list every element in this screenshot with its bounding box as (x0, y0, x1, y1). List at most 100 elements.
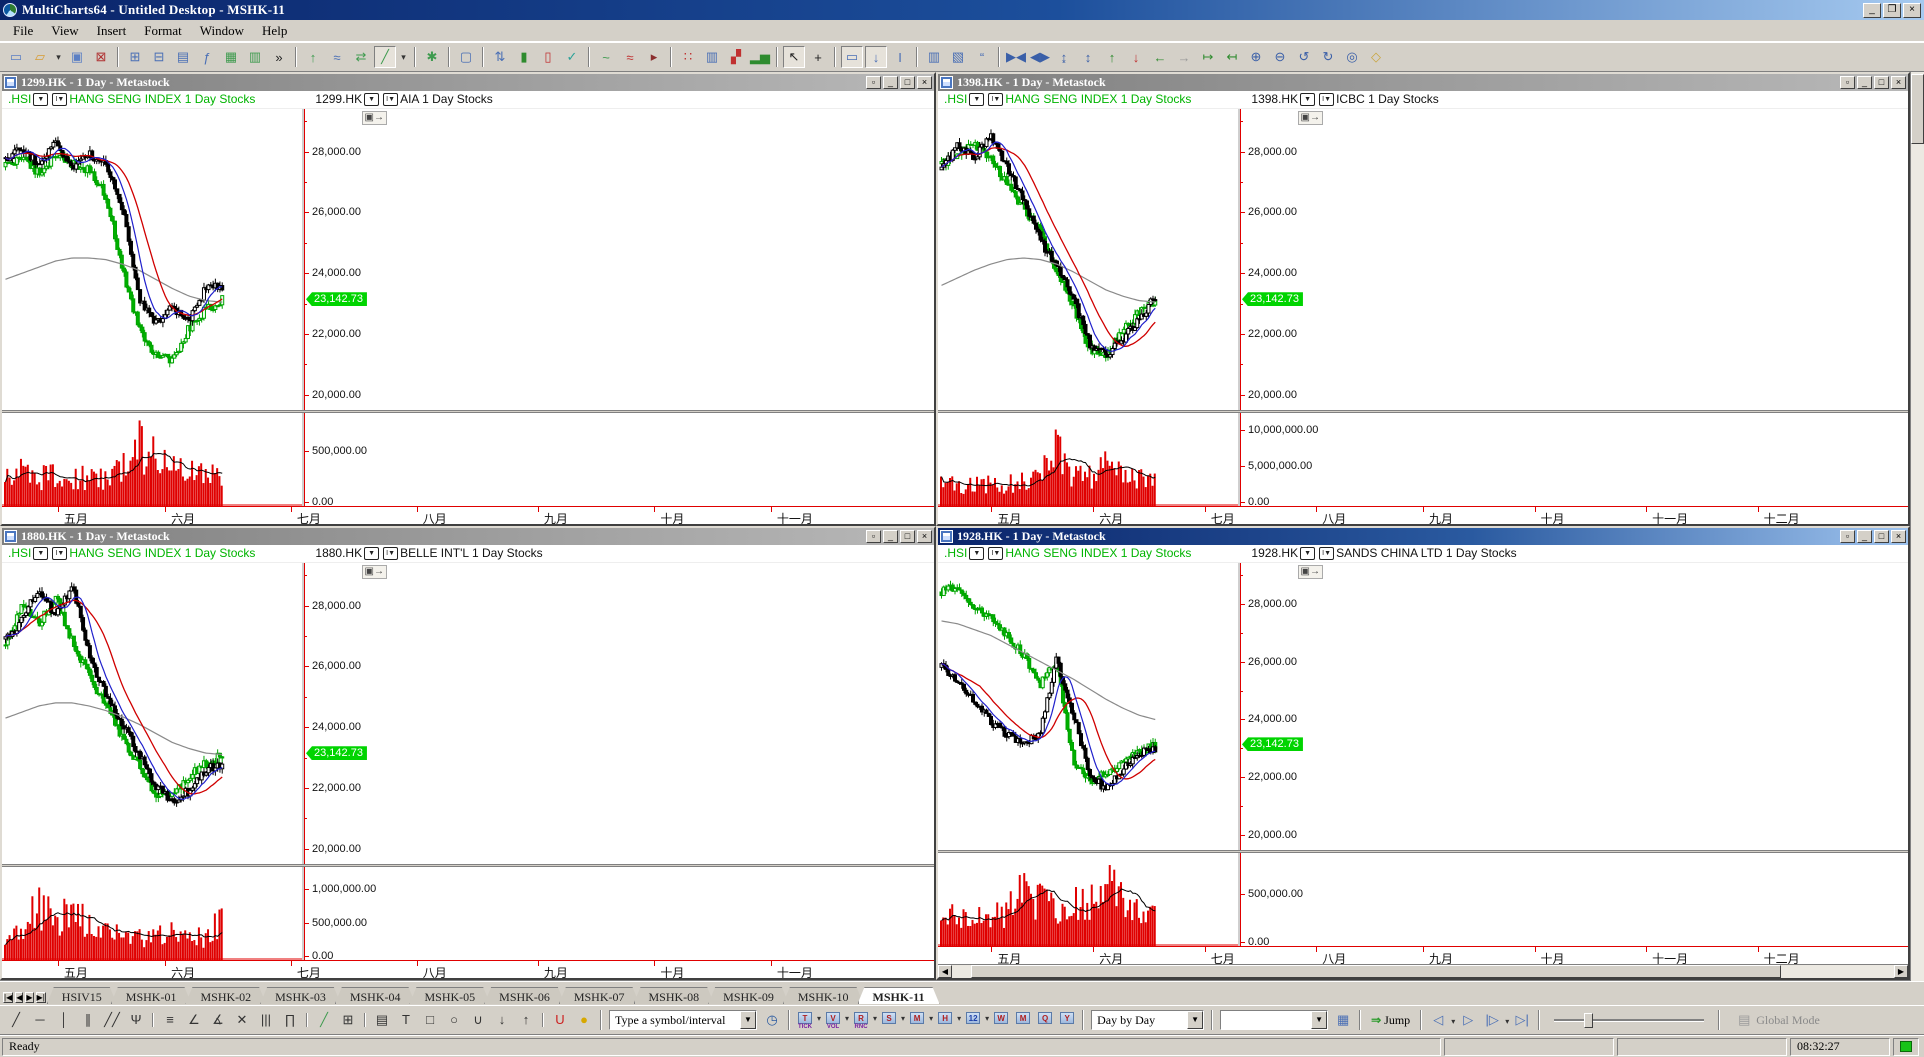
expand-bars-icon[interactable]: ◀▶ (1029, 46, 1051, 68)
pane-control-icon[interactable]: ▣→ (1297, 565, 1323, 579)
playback-step-back-button[interactable]: ◁ (1427, 1009, 1449, 1031)
chart-window-menu-button[interactable]: ▫ (866, 75, 881, 89)
shift-left-icon[interactable]: ← (1149, 46, 1171, 68)
block-style-icon[interactable]: ▞ (725, 46, 747, 68)
resolution-combo[interactable]: Day by Day ▼ (1091, 1010, 1205, 1030)
fib-fan-icon[interactable]: ∠ (183, 1009, 205, 1031)
horizontal-line-icon[interactable]: ─ (29, 1009, 51, 1031)
interval-dropdown-icon[interactable]: I▼ (988, 92, 1004, 106)
playback-play-button[interactable]: ▷ (1457, 1009, 1479, 1031)
ellipse-tool-icon[interactable]: ○ (443, 1009, 465, 1031)
chart-window-titlebar[interactable]: 1928.HK - 1 Day - Metastock ▫ _ □ × (938, 528, 1908, 545)
tab-mshk-02[interactable]: MSHK-02 (185, 987, 266, 1004)
tabs-prev-button[interactable]: ◀ (15, 992, 24, 1003)
arrow-up-tool-icon[interactable]: ↑ (515, 1009, 537, 1031)
symbol-interval-value[interactable]: Type a symbol/interval (610, 1013, 740, 1028)
menu-item-format[interactable]: Format (135, 21, 191, 40)
rectangle-tool-icon[interactable]: □ (419, 1009, 441, 1031)
time-axis[interactable]: 五月 六月 七月 八月 九月 十月 十一月 十二月 (938, 946, 1908, 964)
tab-mshk-01[interactable]: MSHK-01 (111, 987, 192, 1004)
insert-function-icon[interactable]: ƒ (196, 46, 218, 68)
order-combo[interactable]: ▼ (1220, 1010, 1329, 1030)
strategy-settings-icon[interactable]: ✱ (421, 46, 443, 68)
magnet-icon[interactable]: U (549, 1009, 571, 1031)
range-interval-icon[interactable]: R RNC (851, 1011, 871, 1033)
arc-tool-icon[interactable]: ∪ (467, 1009, 489, 1031)
time-extension-icon[interactable]: ∏ (279, 1009, 301, 1031)
chart-close-button[interactable]: × (1891, 529, 1906, 543)
volume-pane[interactable] (938, 853, 1238, 946)
menu-item-view[interactable]: View (42, 21, 87, 40)
price-axis[interactable]: ▣→ 28,000.00 26,000.00 24,000.00 22,000.00 2… (1238, 109, 1326, 410)
pitchfork-icon[interactable]: Ψ (125, 1009, 147, 1031)
marker-down-tool-icon[interactable]: ↓ (865, 46, 887, 68)
interval-dropdown-icon[interactable]: I▼ (383, 546, 399, 560)
pan-hand-icon[interactable]: ◇ (1365, 46, 1387, 68)
buy-marker-icon[interactable]: ↑ (302, 46, 324, 68)
interval-caret-icon[interactable]: ▾ (985, 1014, 989, 1023)
expand-vertical-icon[interactable]: ↕ (1077, 46, 1099, 68)
draw-pencil-caret-icon[interactable]: ▾ (398, 46, 409, 68)
window-settings-icon[interactable]: ▢ (455, 46, 477, 68)
undo-zoom-icon[interactable]: ↺ (1293, 46, 1315, 68)
hour-interval-icon[interactable]: H (935, 1007, 955, 1029)
insert-symbol-icon[interactable]: ▤ (172, 46, 194, 68)
interval-dropdown-icon[interactable]: I▼ (1319, 546, 1335, 560)
symbol-interval-combo[interactable]: Type a symbol/interval ▼ (609, 1010, 757, 1030)
tab-mshk-08[interactable]: MSHK-08 (634, 987, 715, 1004)
playback-to-end-button[interactable]: ▷| (1511, 1009, 1533, 1031)
snapshot-icon[interactable]: ▧ (947, 46, 969, 68)
symbol-dropdown-icon[interactable]: ▼ (1300, 92, 1316, 106)
symbol-dropdown-icon[interactable]: ▼ (1300, 546, 1316, 560)
chat-bubble-icon[interactable]: “ (971, 46, 993, 68)
candles-hollow-icon[interactable]: ▯ (537, 46, 559, 68)
price-axis[interactable]: ▣→ 28,000.00 26,000.00 24,000.00 22,000.00 2… (302, 109, 390, 410)
tab-mshk-11[interactable]: MSHK-11 (858, 987, 940, 1004)
chart-minimize-button[interactable]: _ (883, 529, 898, 543)
draw-pencil-icon[interactable]: ╱ (374, 46, 396, 68)
symbol-dropdown-icon[interactable]: ▼ (364, 546, 380, 560)
price-pane[interactable] (938, 563, 1238, 850)
interval-caret-icon[interactable]: ▾ (845, 1014, 849, 1023)
fib-extension-icon[interactable]: ∡ (207, 1009, 229, 1031)
volume-pane[interactable] (2, 413, 302, 506)
chart-window-1299.hk[interactable]: 1299.HK - 1 Day - Metastock ▫ _ □ × .HSI… (0, 72, 936, 526)
chart-minimize-button[interactable]: _ (883, 75, 898, 89)
chart-horizontal-scrollbar[interactable]: ◀ ▶ (938, 964, 1908, 978)
chart-close-button[interactable]: × (917, 75, 932, 89)
combo-dropdown-icon[interactable]: ▼ (1311, 1011, 1328, 1029)
symbol-dropdown-icon[interactable]: ▼ (33, 546, 49, 560)
tick-interval-icon[interactable]: T TICK (795, 1011, 815, 1033)
app-close-button[interactable]: × (1903, 2, 1921, 18)
close-desktop-icon[interactable]: ⊠ (90, 46, 112, 68)
brush-icon[interactable]: ╱ (313, 1009, 335, 1031)
insert-window-icon[interactable]: ⊞ (124, 46, 146, 68)
arrow-down-tool-icon[interactable]: ↓ (491, 1009, 513, 1031)
chart-window-titlebar[interactable]: 1880.HK - 1 Day - Metastock ▫ _ □ × (2, 528, 934, 545)
combo-dropdown-icon[interactable]: ▼ (1187, 1011, 1204, 1029)
interval-caret-icon[interactable]: ▾ (873, 1014, 877, 1023)
interval-dropdown-icon[interactable]: I▼ (52, 546, 68, 560)
candles-solid-icon[interactable]: ▮ (513, 46, 535, 68)
day-interval-icon[interactable]: 12 (963, 1007, 983, 1029)
chart-window-menu-button[interactable]: ▫ (1840, 75, 1855, 89)
fib-retracement-icon[interactable]: ≡ (159, 1009, 181, 1031)
app-minimize-button[interactable]: _ (1863, 2, 1881, 18)
price-pane[interactable] (2, 109, 302, 410)
tab-mshk-07[interactable]: MSHK-07 (559, 987, 640, 1004)
jump-button[interactable]: ⇒ Jump (1371, 1013, 1410, 1028)
crosshair-tool-icon[interactable]: + (807, 46, 829, 68)
insert-study-icon[interactable]: ▦ (220, 46, 242, 68)
minute-interval-icon[interactable]: M (907, 1007, 927, 1029)
toolbar-overflow-chevron[interactable]: » (268, 46, 290, 68)
chart-window-titlebar[interactable]: 1299.HK - 1 Day - Metastock ▫ _ □ × (2, 74, 934, 91)
scale-left-icon[interactable]: ↦ (1197, 46, 1219, 68)
price-pane[interactable] (2, 563, 302, 864)
stay-drawing-mode-icon[interactable]: ● (573, 1009, 595, 1031)
zoom-in-icon[interactable]: ⊕ (1245, 46, 1267, 68)
interval-caret-icon[interactable]: ▾ (929, 1014, 933, 1023)
interval-dropdown-icon[interactable]: I▼ (1319, 92, 1335, 106)
volume-pane[interactable] (2, 867, 302, 960)
tab-mshk-04[interactable]: MSHK-04 (335, 987, 416, 1004)
symbol-dropdown-icon[interactable]: ▼ (969, 546, 985, 560)
